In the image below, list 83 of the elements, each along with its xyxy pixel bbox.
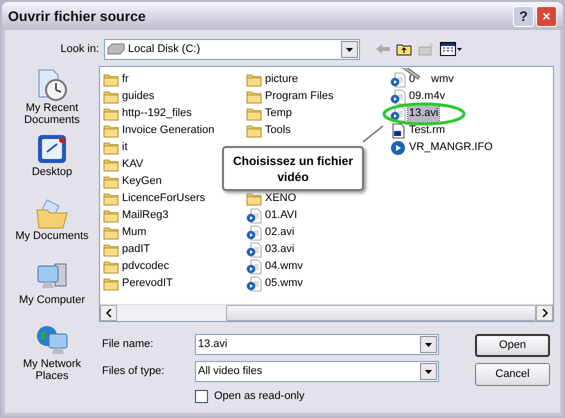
file-name[interactable]: http--192_files (121, 105, 193, 122)
file-name[interactable]: it (121, 139, 128, 156)
folder-icon (103, 242, 119, 256)
open-button[interactable]: Open (475, 334, 550, 357)
close-button[interactable]: × (536, 6, 557, 26)
file-name[interactable]: VR_MANGR.IFO (408, 139, 494, 156)
file-name[interactable]: Tools (264, 122, 292, 139)
file-name[interactable]: guides (121, 88, 156, 105)
look-in-dropdown[interactable]: Local Disk (C:) (104, 38, 360, 60)
file-name[interactable]: 03.avi (264, 241, 296, 258)
file-name[interactable]: KeyGen (121, 173, 163, 190)
place-label[interactable]: My Network Places (6, 358, 98, 382)
file-name[interactable]: PerevodIT (121, 275, 174, 292)
video-file-icon (246, 242, 262, 258)
file-name[interactable]: Invoice Generation (121, 122, 216, 139)
file-name[interactable]: fr (121, 71, 130, 88)
scrollbar-thumb[interactable] (226, 305, 536, 321)
file-name-field[interactable]: 13.avi (195, 334, 439, 355)
file-type-label: Files of type: (101, 364, 166, 380)
view-menu-icon[interactable] (440, 42, 462, 56)
file-name[interactable]: 04.wmv (264, 258, 304, 275)
pen-icon (400, 68, 420, 82)
folder-icon (103, 208, 119, 222)
file-name-label: File name: (101, 337, 154, 352)
file-name[interactable]: XENO (264, 190, 298, 207)
file-name[interactable]: pdvcodec (121, 258, 170, 275)
file-name[interactable]: LicenceForUsers (121, 190, 206, 207)
media-file-icon (390, 122, 406, 138)
look-in-label: Look in: (59, 42, 100, 57)
video-file-icon (246, 208, 262, 224)
file-name[interactable]: padIT (121, 241, 152, 258)
place-label[interactable]: My Recent Documents (6, 102, 98, 126)
scroll-right-button[interactable] (536, 305, 553, 321)
folder-icon (103, 72, 119, 86)
place-label[interactable]: My Documents (6, 230, 98, 242)
file-name[interactable]: MailReg3 (121, 207, 170, 224)
video-file-icon (390, 106, 406, 122)
read-only-label: Open as read-only (214, 389, 304, 404)
folder-icon (103, 192, 119, 206)
scroll-left-button[interactable] (100, 305, 117, 321)
folder-icon (103, 276, 119, 290)
folder-icon (246, 90, 262, 104)
file-name[interactable]: 09.m4v (408, 88, 446, 105)
folder-icon (103, 106, 119, 120)
file-name[interactable]: 02.avi (264, 224, 296, 241)
file-name[interactable]: Test.rm (408, 122, 446, 139)
folder-icon (103, 226, 119, 240)
video-file-icon (390, 88, 406, 104)
folder-icon (103, 124, 119, 138)
play-icon (390, 140, 406, 156)
drive-icon (107, 43, 125, 55)
folder-icon (103, 260, 119, 274)
place-label[interactable]: Desktop (6, 166, 98, 178)
up-folder-icon[interactable] (396, 42, 412, 56)
folder-icon (103, 90, 119, 104)
read-only-checkbox[interactable] (195, 390, 208, 403)
file-name[interactable]: 01.AVI (264, 207, 298, 224)
place-label[interactable]: My Computer (6, 294, 98, 306)
file-name[interactable]: KAV (121, 156, 144, 173)
window-title: Ouvrir fichier source (8, 6, 147, 26)
cancel-button[interactable]: Cancel (475, 363, 550, 386)
file-name[interactable]: Temp (264, 105, 293, 122)
file-name[interactable]: Program Files (264, 88, 334, 105)
leader-line (362, 125, 384, 143)
desktop-icon (35, 132, 69, 166)
file-type-dropdown[interactable]: All video files (195, 361, 439, 382)
folder-icon (246, 192, 262, 206)
folder-icon (103, 174, 119, 188)
video-file-icon (246, 276, 262, 292)
file-name[interactable]: 13.avi (408, 105, 440, 122)
video-file-icon (246, 224, 262, 240)
help-button[interactable]: ? (513, 6, 534, 26)
video-file-icon (246, 258, 262, 274)
video-file-icon (390, 72, 406, 88)
folder-icon (103, 158, 119, 172)
callout-text: Choisissez un fichier vidéo (232, 152, 354, 184)
folder-icon (246, 106, 262, 120)
file-name[interactable]: Mum (121, 224, 148, 241)
folder-icon (103, 140, 119, 154)
file-name[interactable]: picture (264, 71, 300, 88)
folder-icon (246, 124, 262, 138)
file-name[interactable]: 05.wmv (264, 275, 304, 292)
folder-icon (246, 72, 262, 86)
